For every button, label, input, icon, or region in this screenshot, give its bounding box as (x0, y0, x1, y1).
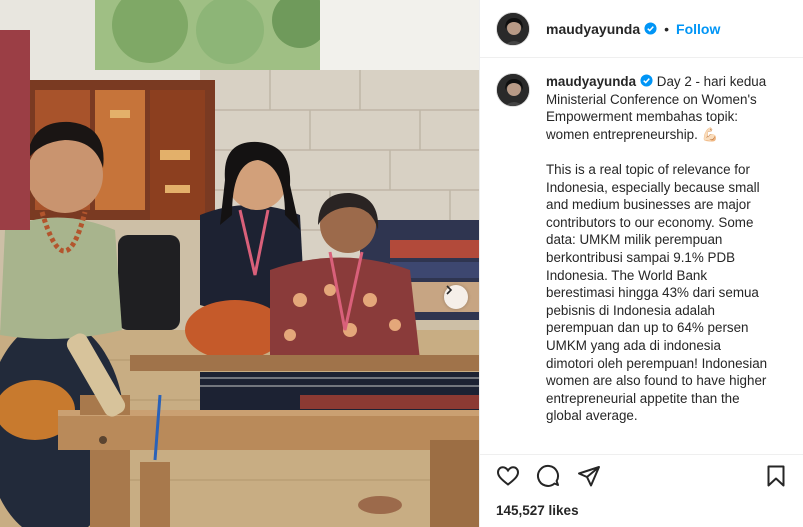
caption-section: maudyayunda Day 2 - hari kedua Ministeri… (480, 59, 803, 454)
caption-username[interactable]: maudyayunda (546, 74, 636, 89)
post-photo[interactable] (0, 0, 479, 527)
caption-line: entrepreneurial appetite than the (546, 390, 740, 406)
caption-line: Day 2 - hari kedua (656, 74, 767, 89)
username-link[interactable]: maudyayunda (546, 21, 640, 37)
caption-line: contributors to our economy. Some (546, 214, 754, 230)
carousel-next-button[interactable] (444, 285, 468, 309)
caption-line: dimotori oleh perempuan! Indonesian (546, 355, 768, 371)
caption-line: UMKM yang ada di indonesia (546, 337, 721, 353)
chevron-right-icon (446, 285, 453, 295)
share-button[interactable] (577, 464, 601, 493)
bookmark-icon (767, 465, 785, 487)
caption-line: pebisnis di Indonesia adalah (546, 302, 715, 318)
post-side-panel: maudyayunda • Follow maudyayunda Day 2 -… (479, 0, 803, 527)
caption-line: Indonesia. The World Bank (546, 267, 708, 283)
post-photo-illustration (0, 0, 479, 527)
caption-line: women entrepreneurship. 💪🏻 (546, 126, 719, 142)
share-icon (578, 466, 600, 487)
comment-button[interactable] (536, 464, 560, 493)
caption-line: berestimasi hingga 43% dari semua (546, 285, 759, 301)
save-button[interactable] (764, 464, 788, 493)
action-bar (480, 454, 803, 496)
verified-badge-icon (644, 22, 657, 35)
avatar-image (497, 74, 529, 106)
caption-line: Indonesia, especially because small (546, 179, 760, 195)
caption-line: perempuan dan up to 64% persen (546, 320, 749, 336)
caption-line: berkontribusi sampai 9.1% PDB (546, 249, 736, 265)
caption-row: maudyayunda Day 2 - hari kedua Ministeri… (496, 73, 788, 425)
caption-line: global average. (546, 408, 638, 424)
caption-line: data: UMKM milik perempuan (546, 232, 723, 248)
caption-line: women are also found to have higher (546, 373, 767, 389)
caption-line: Ministerial Conference on Women's (546, 91, 757, 107)
separator-dot: • (664, 20, 670, 37)
heart-icon (496, 466, 520, 486)
follow-button[interactable]: Follow (676, 21, 720, 37)
like-count[interactable]: 145,527 likes (496, 503, 579, 518)
avatar[interactable] (496, 11, 530, 46)
caption-line: This is a real topic of relevance for (546, 161, 750, 177)
avatar-image (497, 12, 529, 45)
like-button[interactable] (496, 464, 520, 493)
caption-text: maudyayunda Day 2 - hari kedua Ministeri… (546, 73, 782, 425)
caption-line: Empowerment membahas topik: (546, 109, 739, 125)
caption-avatar[interactable] (496, 73, 530, 107)
post-header: maudyayunda • Follow (480, 0, 803, 58)
caption-line: and medium businesses are major (546, 197, 751, 213)
verified-badge-icon (640, 74, 653, 87)
comment-icon (537, 464, 559, 487)
